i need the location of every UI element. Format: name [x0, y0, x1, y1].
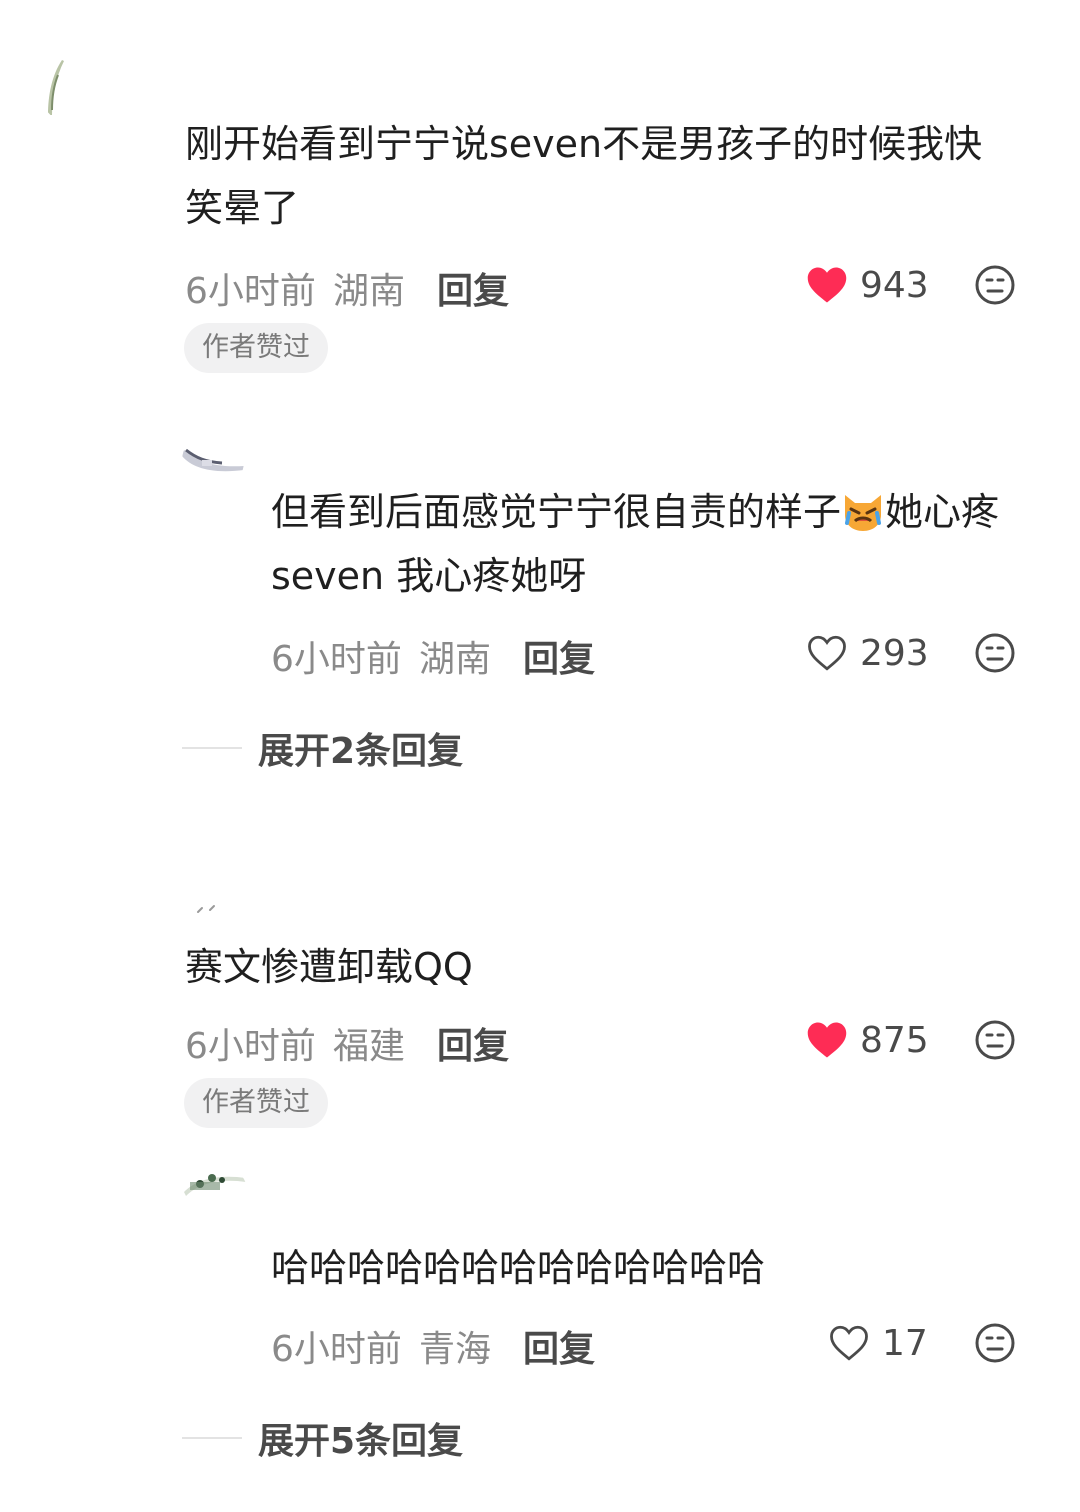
like-count: 875 [860, 1019, 929, 1061]
expand-replies-label: 展开5条回复 [258, 1421, 464, 1462]
reply-time: 6小时前 [271, 639, 402, 680]
like-count: 293 [860, 632, 929, 674]
reply-location: 青海 [419, 1329, 492, 1370]
dislike-face-icon[interactable] [974, 264, 1016, 306]
reply-text: 哈哈哈哈哈哈哈哈哈哈哈哈哈 [271, 1246, 766, 1290]
avatar[interactable] [182, 430, 244, 492]
heart-filled-icon [807, 1022, 847, 1058]
comment-location: 福建 [333, 1026, 406, 1067]
avatar[interactable] [180, 882, 240, 922]
avatar[interactable] [182, 1162, 248, 1228]
dislike-face-icon[interactable] [974, 1019, 1016, 1061]
avatar-image [184, 1174, 246, 1196]
comment-text: 刚开始看到宁宁说seven不是男孩子的时候我快笑晕了 [185, 122, 983, 230]
reply-time: 6小时前 [271, 1329, 402, 1370]
reply-button[interactable]: 回复 [437, 262, 509, 314]
dislike-face-icon[interactable] [974, 1322, 1016, 1364]
heart-outline-icon [830, 1325, 868, 1361]
reply-location: 湖南 [419, 639, 492, 680]
avatar-image [48, 60, 64, 115]
like-button[interactable]: 293 [806, 629, 929, 677]
avatar[interactable] [40, 55, 110, 125]
like-button[interactable]: 875 [806, 1016, 929, 1064]
crying-cat-emoji [845, 495, 882, 531]
reply-text: 但看到后面感觉宁宁很自责的样子 她心疼seven 我心疼她呀 [271, 480, 1041, 608]
comment-location: 湖南 [333, 271, 406, 312]
avatar-image [197, 905, 215, 913]
expand-replies-button[interactable]: 展开5条回复 [182, 1413, 463, 1463]
reply-button[interactable]: 回复 [437, 1017, 509, 1069]
divider [182, 747, 242, 749]
comment-time: 6小时前 [185, 271, 316, 312]
heart-outline-icon [808, 635, 846, 671]
author-liked-badge: 作者赞过 [184, 1078, 328, 1128]
avatar-image [182, 448, 244, 472]
like-button[interactable]: 17 [828, 1319, 928, 1367]
reply-text-part: 但看到后面感觉宁宁很自责的样子 [271, 490, 842, 534]
reply-button[interactable]: 回复 [523, 1320, 595, 1372]
like-count: 17 [882, 1322, 928, 1364]
reply-button[interactable]: 回复 [523, 630, 595, 682]
expand-replies-label: 展开2条回复 [258, 731, 464, 772]
like-button[interactable]: 943 [806, 261, 929, 309]
author-liked-badge: 作者赞过 [184, 323, 328, 373]
comment-text: 赛文惨遭卸载QQ [185, 945, 473, 989]
expand-replies-button[interactable]: 展开2条回复 [182, 723, 463, 773]
divider [182, 1437, 242, 1439]
like-count: 943 [860, 264, 929, 306]
comment-time: 6小时前 [185, 1026, 316, 1067]
heart-filled-icon [807, 267, 847, 303]
dislike-face-icon[interactable] [974, 632, 1016, 674]
